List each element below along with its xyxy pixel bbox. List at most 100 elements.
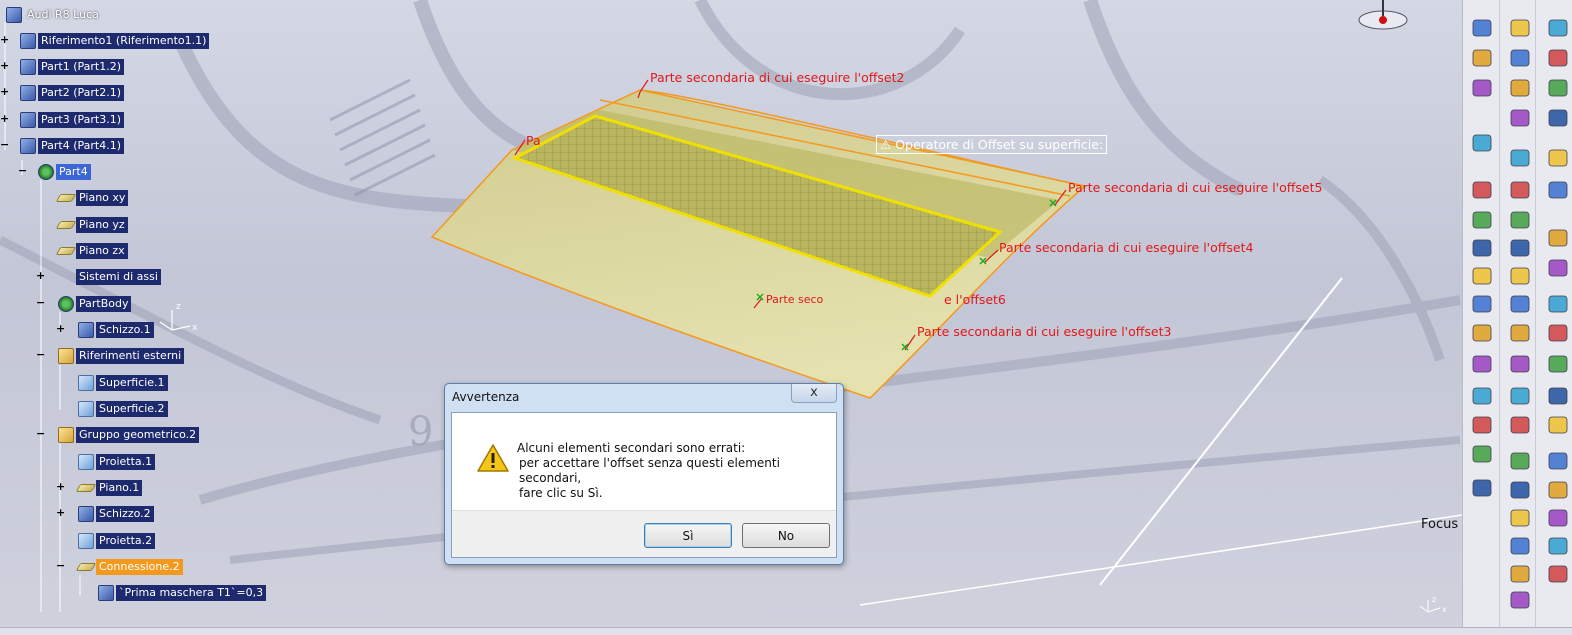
toolbar-button[interactable] <box>1472 416 1492 434</box>
toolbar-button[interactable] <box>1548 49 1568 67</box>
toolbar-button[interactable] <box>1510 149 1530 167</box>
toolbar-button[interactable] <box>1510 537 1530 555</box>
toolbar-button[interactable] <box>1472 181 1492 199</box>
tree-expander[interactable]: − <box>36 297 45 308</box>
toolbar-icons[interactable] <box>1463 0 1572 627</box>
tree-node[interactable]: Piano xy <box>55 189 129 207</box>
tree-expander[interactable]: + <box>0 60 9 71</box>
tree-expander[interactable]: + <box>56 323 65 334</box>
toolbar-button[interactable] <box>1510 591 1530 609</box>
annotation-offset2[interactable]: Parte secondaria di cui eseguire l'offse… <box>650 70 904 85</box>
tree-node[interactable]: Superficie.1 <box>78 374 168 392</box>
toolbar-button[interactable] <box>1472 387 1492 405</box>
annotation-offset1[interactable]: Pa <box>526 133 541 148</box>
tree-node[interactable]: Proietta.1 <box>78 453 156 471</box>
toolbar-button[interactable] <box>1472 49 1492 67</box>
toolbar-button[interactable] <box>1548 229 1568 247</box>
toolbar-button[interactable] <box>1548 181 1568 199</box>
toolbar-button[interactable] <box>1510 481 1530 499</box>
tree-node[interactable]: Part3 (Part3.1) <box>20 111 125 129</box>
tree-expander[interactable]: + <box>0 113 9 124</box>
toolbar-button[interactable] <box>1510 211 1530 229</box>
dialog-close-button[interactable]: x <box>791 384 837 403</box>
toolbar-button[interactable] <box>1472 324 1492 342</box>
tree-node[interactable]: Audi R8 Luca <box>6 6 102 24</box>
tree-node[interactable]: PartBody <box>58 295 132 313</box>
toolbar-button[interactable] <box>1510 267 1530 285</box>
toolbar-button[interactable] <box>1472 239 1492 257</box>
tree-node[interactable]: Schizzo.2 <box>78 505 154 523</box>
toolbar-button[interactable] <box>1472 295 1492 313</box>
tree-expander[interactable]: − <box>0 139 9 150</box>
tree-node[interactable]: Connessione.2 <box>75 558 183 576</box>
annotation-offset6[interactable]: e l'offset6 <box>944 292 1006 307</box>
tree-node[interactable]: Proietta.2 <box>78 532 156 550</box>
tree-node[interactable]: `Prima maschera T1`=0,3 <box>98 584 267 602</box>
tree-node[interactable]: Piano yz <box>55 216 128 234</box>
toolbar-button[interactable] <box>1472 134 1492 152</box>
toolbar-button[interactable] <box>1510 565 1530 583</box>
toolbar-button[interactable] <box>1548 416 1568 434</box>
toolbar-button[interactable] <box>1510 355 1530 373</box>
toolbar-button[interactable] <box>1548 509 1568 527</box>
toolbar-button[interactable] <box>1548 355 1568 373</box>
annotation-offset5[interactable]: Parte secondaria di cui eseguire l'offse… <box>1068 180 1322 195</box>
toolbar-button[interactable] <box>1472 19 1492 37</box>
tree-node[interactable]: Riferimenti esterni <box>58 347 185 365</box>
tree-expander[interactable]: − <box>56 560 65 571</box>
toolbar-button[interactable] <box>1548 79 1568 97</box>
toolbar-button[interactable] <box>1472 267 1492 285</box>
annotation-offset3[interactable]: Parte secondaria di cui eseguire l'offse… <box>917 324 1171 339</box>
toolbar-button[interactable] <box>1472 211 1492 229</box>
toolbar-button[interactable] <box>1472 479 1492 497</box>
toolbar-button[interactable] <box>1548 565 1568 583</box>
toolbar-button[interactable] <box>1472 79 1492 97</box>
tree-node[interactable]: Gruppo geometrico.2 <box>58 426 200 444</box>
tree-expander[interactable]: − <box>36 428 45 439</box>
tree-expander[interactable]: + <box>56 481 65 492</box>
tree-node[interactable]: Schizzo.1 <box>78 321 154 339</box>
tree-node[interactable]: Part1 (Part1.2) <box>20 58 125 76</box>
tree-expander[interactable]: + <box>36 270 45 281</box>
tree-expander[interactable]: + <box>56 507 65 518</box>
toolbar-button[interactable] <box>1510 452 1530 470</box>
tree-node[interactable]: Superficie.2 <box>78 400 168 418</box>
tree-node[interactable]: Part2 (Part2.1) <box>20 84 125 102</box>
tree-node[interactable]: Piano.1 <box>75 479 143 497</box>
toolbar-button[interactable] <box>1510 324 1530 342</box>
toolbar-button[interactable] <box>1510 295 1530 313</box>
toolbar-button[interactable] <box>1510 416 1530 434</box>
toolbar-button[interactable] <box>1510 387 1530 405</box>
tree-node[interactable]: Piano zx <box>55 242 128 260</box>
no-button[interactable]: No <box>742 523 830 548</box>
toolbar-button[interactable] <box>1548 537 1568 555</box>
tree-expander[interactable]: − <box>36 349 45 360</box>
toolbar-button[interactable] <box>1548 19 1568 37</box>
tree-node[interactable]: Part4 (Part4.1) <box>20 137 125 155</box>
toolbar-button[interactable] <box>1510 49 1530 67</box>
toolbar-button[interactable] <box>1510 19 1530 37</box>
toolbar-button[interactable] <box>1548 259 1568 277</box>
toolbar-button[interactable] <box>1548 149 1568 167</box>
annotation-offset4[interactable]: Parte secondaria di cui eseguire l'offse… <box>999 240 1253 255</box>
tree-expander[interactable]: + <box>0 86 9 97</box>
toolbar-button[interactable] <box>1472 355 1492 373</box>
tree-expander[interactable]: − <box>18 165 27 176</box>
toolbar-button[interactable] <box>1510 181 1530 199</box>
toolbar-button[interactable] <box>1548 324 1568 342</box>
tree-node[interactable]: Riferimento1 (Riferimento1.1) <box>20 32 210 50</box>
annotation-overlap[interactable]: Parte seco <box>766 293 823 306</box>
toolbar-button[interactable] <box>1548 109 1568 127</box>
yes-button[interactable]: Sì <box>644 523 732 548</box>
tree-node[interactable]: Sistemi di assi <box>58 268 161 286</box>
toolbar-button[interactable] <box>1472 445 1492 463</box>
tree-expander[interactable]: + <box>0 34 9 45</box>
toolbar-button[interactable] <box>1510 109 1530 127</box>
toolbar-button[interactable] <box>1548 481 1568 499</box>
toolbar-button[interactable] <box>1510 239 1530 257</box>
toolbar-button[interactable] <box>1510 79 1530 97</box>
tree-node[interactable]: Part4 <box>38 163 91 181</box>
toolbar-button[interactable] <box>1548 295 1568 313</box>
toolbar-button[interactable] <box>1548 452 1568 470</box>
toolbar-button[interactable] <box>1548 387 1568 405</box>
